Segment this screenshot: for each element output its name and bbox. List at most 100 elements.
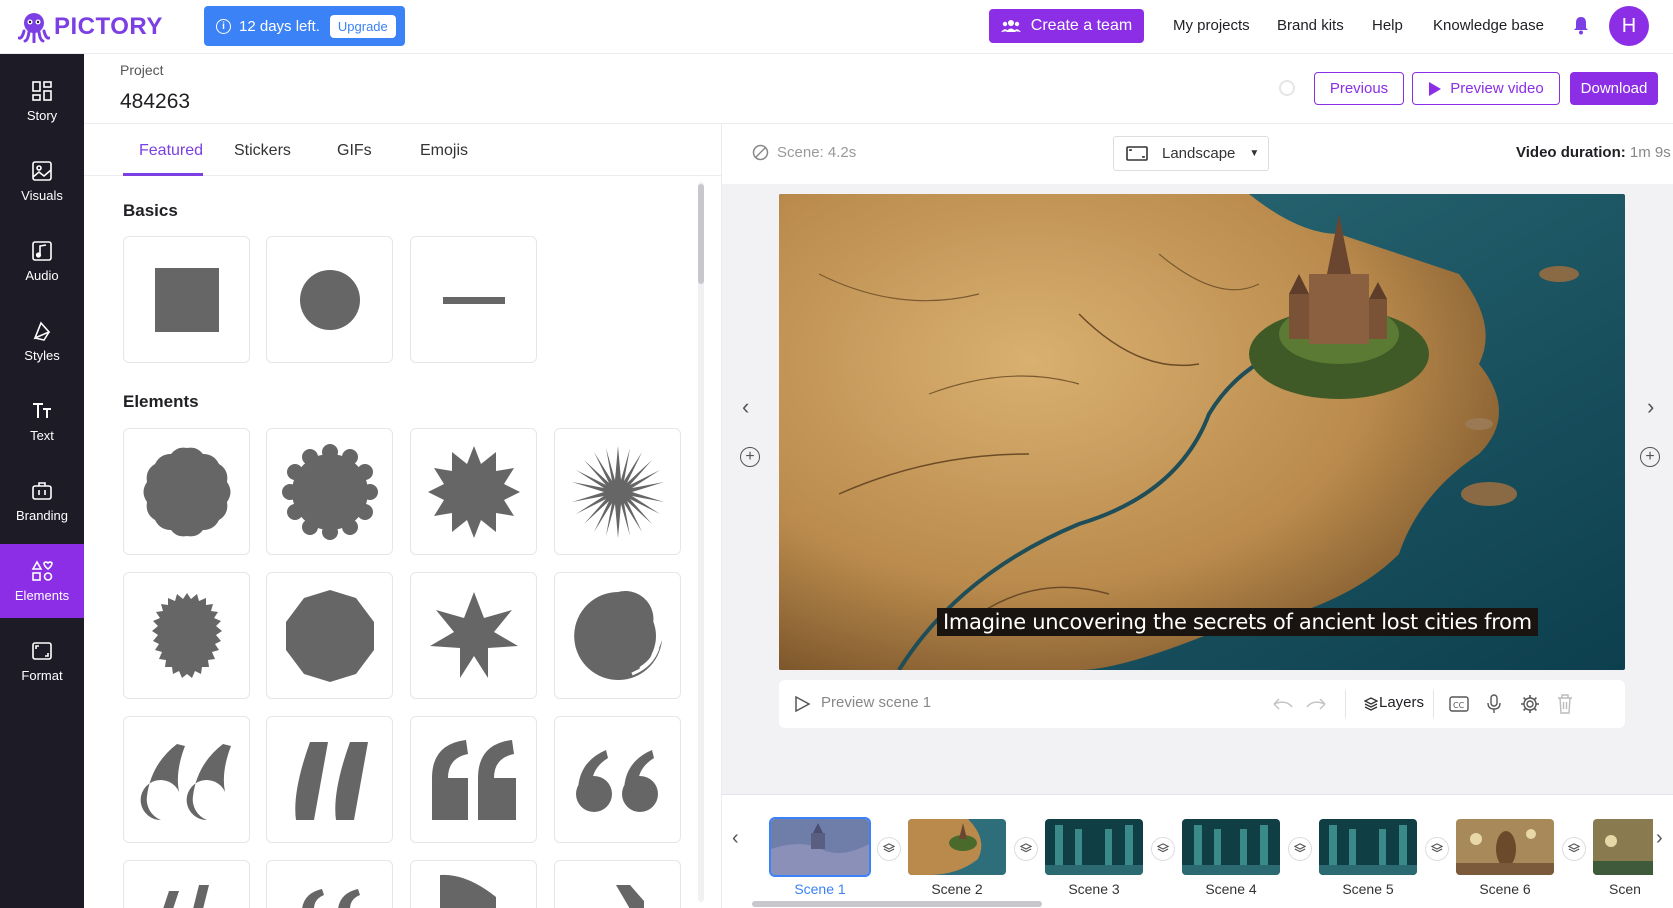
tab-stickers[interactable]: Stickers: [234, 142, 291, 160]
scene-transition-icon[interactable]: [1288, 837, 1312, 861]
element-seal[interactable]: [123, 572, 250, 699]
next-scene-arrow-icon[interactable]: ›: [1647, 394, 1654, 420]
scene-thumbnail-1[interactable]: [769, 817, 871, 877]
element-curl-circle[interactable]: [554, 572, 681, 699]
add-scene-after-icon[interactable]: +: [1640, 447, 1660, 467]
music-icon: [32, 240, 52, 261]
sidebar-item-visuals[interactable]: Visuals: [0, 144, 84, 218]
scene-thumbnail-7[interactable]: [1593, 819, 1653, 875]
pictory-logo[interactable]: PICTORY: [18, 10, 163, 44]
timeline-left-arrow-icon[interactable]: ‹: [732, 827, 739, 850]
element-quote-block[interactable]: [410, 716, 537, 843]
element-wavy-badge[interactable]: [123, 428, 250, 555]
scene-label-3: Scene 3: [1068, 881, 1120, 897]
sidebar-item-elements[interactable]: Elements: [0, 544, 84, 618]
elements-icon: [31, 559, 53, 581]
sidebar-item-audio[interactable]: Audio: [0, 224, 84, 298]
create-team-button[interactable]: Create a team: [989, 9, 1144, 43]
panel-scroll-track[interactable]: [698, 182, 704, 902]
scene-3-image: [1045, 819, 1143, 875]
element-arrow-partial[interactable]: [410, 860, 537, 908]
gear-icon[interactable]: [1520, 694, 1540, 714]
element-decagon[interactable]: [266, 572, 393, 699]
sidebar-item-story[interactable]: Story: [0, 64, 84, 138]
prev-scene-arrow-icon[interactable]: ‹: [742, 394, 749, 420]
scene-transition-icon[interactable]: [1562, 837, 1586, 861]
scene-transition-icon[interactable]: [1151, 837, 1175, 861]
scene-label-7: Scen: [1609, 881, 1641, 897]
nav-knowledge-base[interactable]: Knowledge base: [1433, 17, 1544, 34]
timeline-right-arrow-icon[interactable]: ›: [1656, 827, 1663, 850]
scene-preview-bar: Preview scene 1 Layers CC: [779, 680, 1625, 728]
undo-icon[interactable]: [1272, 697, 1294, 711]
orientation-select[interactable]: Landscape ▼: [1113, 136, 1269, 171]
play-outline-icon[interactable]: [793, 695, 811, 713]
element-quote-round[interactable]: [123, 716, 250, 843]
video-duration-label: Video duration:: [1516, 144, 1626, 161]
scene-preview-canvas[interactable]: Imagine uncovering the secrets of ancien…: [779, 194, 1625, 670]
element-chevron-partial[interactable]: [554, 860, 681, 908]
element-quote-partial-2[interactable]: [266, 860, 393, 908]
scene-caption[interactable]: Imagine uncovering the secrets of ancien…: [937, 608, 1538, 636]
scene-timeline: ‹ Scene 1 Scene 2 Scene 3 Scene 4 Scene …: [722, 794, 1673, 908]
sidebar-item-branding[interactable]: Branding: [0, 464, 84, 538]
element-quote-slanted[interactable]: [266, 716, 393, 843]
element-scalloped-badge[interactable]: [266, 428, 393, 555]
element-quote-partial-1[interactable]: [123, 860, 250, 908]
scene-thumbnail-2[interactable]: [908, 819, 1006, 875]
basic-square[interactable]: [123, 236, 250, 363]
scene-6-image: [1456, 819, 1554, 875]
arrow-partial-icon: [439, 874, 496, 908]
element-star-burst[interactable]: [410, 428, 537, 555]
previous-button[interactable]: Previous: [1314, 72, 1404, 105]
previous-label: Previous: [1329, 80, 1389, 97]
element-sunburst[interactable]: [554, 428, 681, 555]
curl-circle-icon: [573, 590, 662, 680]
scene-duration[interactable]: Scene: 4.2s: [752, 144, 856, 161]
wavy-badge-icon: [143, 447, 230, 536]
sidebar-item-text[interactable]: Text: [0, 384, 84, 458]
upgrade-button[interactable]: Upgrade: [329, 14, 396, 38]
scene-transition-icon[interactable]: [1425, 837, 1449, 861]
redo-icon[interactable]: [1305, 697, 1327, 711]
layers-button[interactable]: Layers: [1379, 694, 1424, 711]
scene-thumbnail-5[interactable]: [1319, 819, 1417, 875]
scene-transition-icon[interactable]: [877, 837, 901, 861]
nav-my-projects[interactable]: My projects: [1173, 17, 1250, 34]
microphone-icon[interactable]: [1486, 694, 1502, 714]
scene-thumbnail-3[interactable]: [1045, 819, 1143, 875]
tab-featured[interactable]: Featured: [139, 142, 203, 160]
scene-duration-text: Scene: 4.2s: [777, 144, 857, 161]
timeline-scrollbar[interactable]: [752, 901, 1042, 907]
panel-scrollbar[interactable]: [698, 184, 704, 284]
bell-icon[interactable]: [1573, 16, 1589, 35]
svg-text:CC: CC: [1453, 701, 1465, 710]
nav-brand-kits[interactable]: Brand kits: [1277, 17, 1344, 34]
sidebar-item-format[interactable]: Format: [0, 624, 84, 698]
layers-icon: [1364, 697, 1378, 711]
closed-captions-icon[interactable]: CC: [1449, 695, 1469, 713]
tab-gifs[interactable]: GIFs: [337, 142, 372, 160]
scene-thumbnail-4[interactable]: [1182, 819, 1280, 875]
sunburst-icon: [571, 445, 664, 538]
basic-line[interactable]: [410, 236, 537, 363]
element-star-eight[interactable]: [410, 572, 537, 699]
scene-thumbnail-6[interactable]: [1456, 819, 1554, 875]
trial-text: 12 days left.: [239, 17, 320, 35]
sidebar-item-label: Audio: [25, 267, 59, 283]
project-name[interactable]: 484263: [120, 90, 190, 114]
element-quote-classic[interactable]: [554, 716, 681, 843]
video-duration: Video duration: 1m 9s: [1516, 144, 1671, 161]
scene-transition-icon[interactable]: [1014, 837, 1038, 861]
add-scene-before-icon[interactable]: +: [740, 447, 760, 467]
preview-scene-label[interactable]: Preview scene 1: [821, 694, 931, 711]
nav-help[interactable]: Help: [1372, 17, 1403, 34]
quote-round-icon: [140, 743, 231, 820]
avatar[interactable]: H: [1609, 6, 1649, 46]
preview-video-button[interactable]: Preview video: [1412, 72, 1560, 105]
basic-circle[interactable]: [266, 236, 393, 363]
tab-emojis[interactable]: Emojis: [420, 142, 468, 160]
sidebar-item-styles[interactable]: Styles: [0, 304, 84, 378]
trash-icon[interactable]: [1557, 694, 1573, 714]
download-button[interactable]: Download: [1570, 72, 1658, 105]
